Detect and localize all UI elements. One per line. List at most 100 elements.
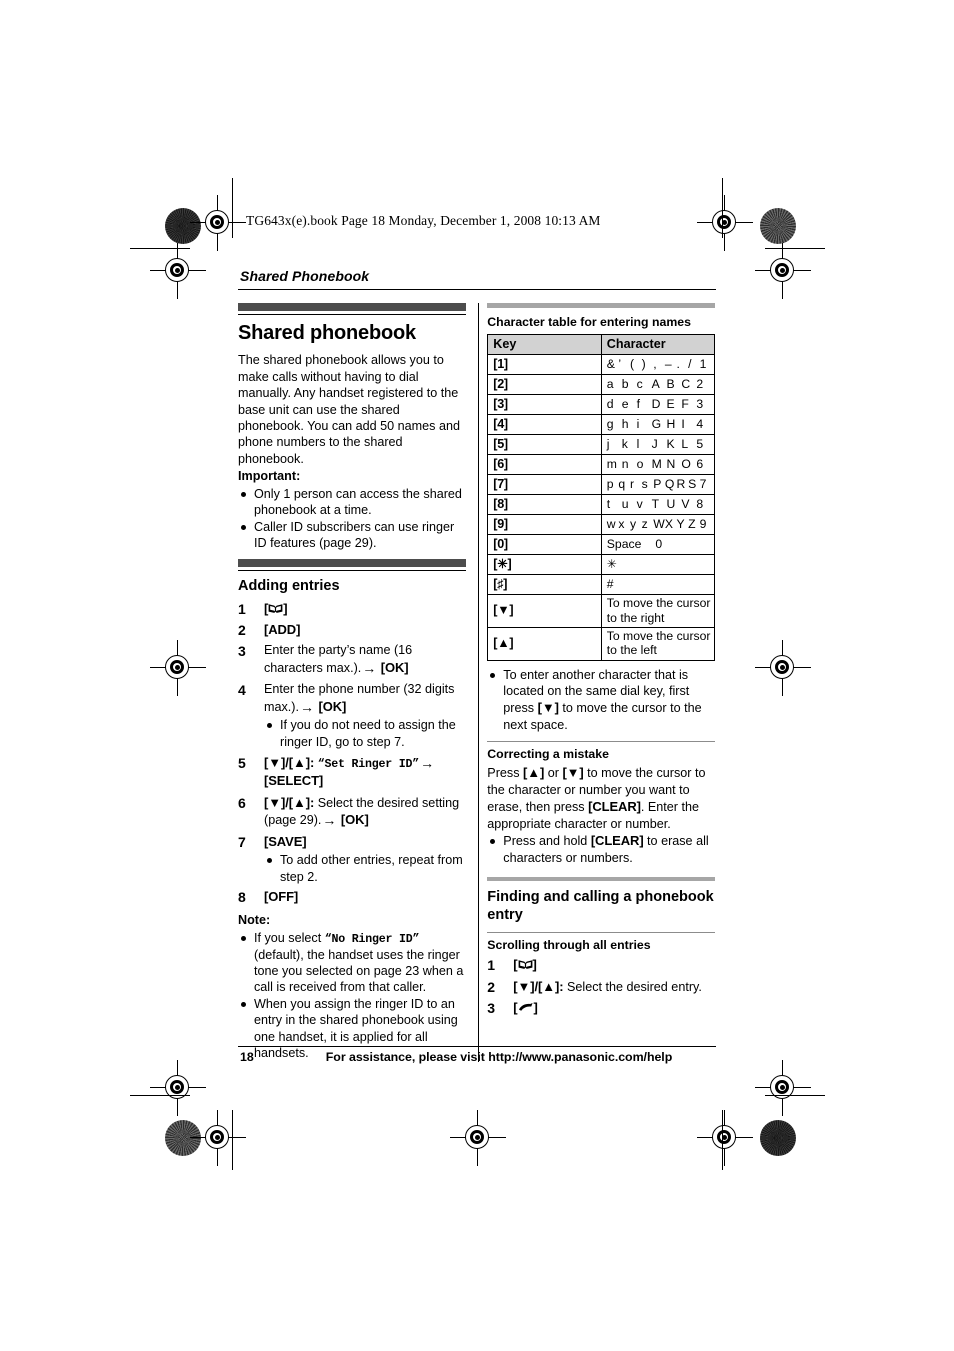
- menu-item-set-ringer-id: “Set Ringer ID”: [317, 757, 420, 771]
- step-number: 7: [238, 834, 246, 851]
- step-2: 2 [ADD]: [238, 621, 466, 639]
- table-row: [3] defDEF3: [487, 394, 716, 416]
- char: 4: [696, 416, 704, 431]
- character-table: Key Character [1] &’(), –./1 [2] abc A B…: [487, 334, 716, 661]
- off-button[interactable]: [OFF]: [264, 889, 298, 904]
- column-header-key: Key: [487, 334, 602, 356]
- char: (: [630, 356, 635, 371]
- character-cell: tuvTUV8: [600, 494, 716, 516]
- navigator-down-key[interactable]: [▼]: [562, 765, 583, 780]
- key-cell: [8]: [487, 494, 602, 516]
- table-row: [0] Space 0: [487, 534, 716, 556]
- cursor-left-description: To move the cursor to the left: [600, 626, 716, 661]
- phonebook-book-icon[interactable]: []: [513, 957, 537, 972]
- navigator-down-key[interactable]: [▼]: [538, 700, 559, 715]
- char: m: [606, 456, 617, 471]
- trim-line-left-lower-horizontal: [130, 1095, 190, 1097]
- text-fragment: Press and hold: [503, 834, 591, 849]
- assistance-text: For assistance, please visit http://www.…: [325, 1050, 673, 1064]
- phonebook-book-icon-glyph: [518, 960, 532, 970]
- char-space-label: Space: [606, 536, 642, 551]
- key-cell: [7]: [487, 474, 602, 496]
- key-cell-up: [▲]: [487, 626, 602, 661]
- char: T: [651, 496, 660, 511]
- step-number: 1: [487, 957, 496, 974]
- menu-item-no-ringer-id: “No Ringer ID”: [324, 932, 420, 946]
- key-cell: [9]: [487, 514, 602, 536]
- navigator-up-key[interactable]: [▲]: [523, 765, 544, 780]
- step-4-subbullets: If you do not need to assign the ringer …: [264, 717, 466, 750]
- table-row: [♯] #: [487, 574, 716, 596]
- step-4: 4 Enter the phone number (32 digits max.)…: [238, 681, 466, 750]
- correcting-section-rule: [487, 740, 716, 743]
- clear-softkey[interactable]: [CLEAR]: [591, 833, 644, 848]
- step-number: 1: [238, 600, 246, 617]
- char: ): [641, 356, 646, 371]
- add-softkey[interactable]: [ADD]: [264, 622, 300, 637]
- char: –: [664, 356, 672, 371]
- registration-mark-right-middle: [755, 640, 811, 696]
- table-header-row: Key Character: [487, 334, 716, 356]
- step-number: 6: [238, 794, 246, 811]
- character-cell: mnoMNO6: [600, 454, 716, 476]
- talk-handset-icon-glyph: [518, 1002, 533, 1011]
- navigator-keys[interactable]: [▼]/[▲]:: [513, 979, 563, 994]
- registration-mark-right-upper: [755, 243, 811, 299]
- ok-softkey[interactable]: [OK]: [381, 660, 409, 675]
- character-cell: defDEF3: [600, 394, 716, 416]
- phonebook-book-icon[interactable]: []: [264, 601, 288, 616]
- char: x: [618, 516, 625, 531]
- save-softkey[interactable]: [SAVE]: [264, 834, 307, 849]
- phonebook-book-icon-glyph: [268, 603, 283, 613]
- registration-mark-bottom-right: [697, 1110, 753, 1166]
- select-softkey[interactable]: [SELECT]: [264, 773, 323, 788]
- char: k: [621, 436, 628, 451]
- correcting-mistake-title: Correcting a mistake: [487, 747, 609, 762]
- ok-softkey[interactable]: [OK]: [341, 812, 369, 827]
- char: 1: [699, 356, 707, 371]
- char: E: [666, 396, 675, 411]
- finding-section-bar-gray: [487, 876, 716, 882]
- char: 2: [696, 376, 704, 391]
- scrolling-section-rule: [487, 931, 716, 934]
- char: h: [621, 416, 629, 431]
- registration-mark-left-upper: [150, 243, 206, 299]
- text-fragment: or: [544, 766, 563, 781]
- cursor-right-description: To move the cursor to the right: [600, 594, 716, 628]
- navigator-keys[interactable]: [▼]/[▲]:: [264, 795, 314, 810]
- key-cell: [3]: [487, 394, 602, 416]
- table-row: [✳] ✳: [487, 554, 716, 576]
- character-cell: &’ (), –. / 1: [600, 354, 716, 376]
- navigator-keys[interactable]: [▼]/[▲]:: [264, 755, 314, 770]
- note-label: Note:: [238, 913, 271, 928]
- registration-halftone-top-right: [760, 208, 796, 244]
- char: 7: [699, 476, 707, 491]
- char-table-title: Character table for entering names: [487, 314, 691, 329]
- key-cell: [1]: [487, 354, 602, 376]
- char: F: [681, 396, 689, 411]
- arrow-icon: →: [299, 698, 314, 715]
- section-bar-thick: [238, 303, 466, 312]
- footer-rule: [238, 1046, 716, 1048]
- char: Z: [688, 516, 696, 531]
- clear-softkey[interactable]: [CLEAR]: [588, 799, 641, 814]
- char: A: [651, 376, 660, 391]
- char: e: [621, 396, 629, 411]
- char: s: [641, 476, 648, 491]
- char: b: [621, 376, 629, 391]
- key-cell: [6]: [487, 454, 602, 476]
- char: o: [636, 456, 644, 471]
- character-cell: ghiGHI4: [600, 414, 716, 436]
- char: Y: [676, 516, 685, 531]
- adding-entries-steps: 1 [] 2 [ADD] 3 Enter the party’s name (16…: [238, 600, 466, 907]
- ok-softkey[interactable]: [OK]: [318, 699, 346, 714]
- trim-line-top-left-vertical: [232, 178, 234, 238]
- character-cell: Space 0: [600, 534, 716, 556]
- character-table-body: [1] &’(), –./1 [2] abcABC2 [3] d e f D E…: [487, 354, 716, 661]
- step-7: 7 [SAVE] To add other entries, repeat fr…: [238, 833, 466, 885]
- talk-handset-icon[interactable]: []: [513, 1000, 538, 1015]
- registration-mark-bottom-left: [190, 1110, 246, 1166]
- column-divider: [478, 303, 480, 1062]
- char: R: [676, 476, 686, 491]
- char: a: [606, 376, 614, 391]
